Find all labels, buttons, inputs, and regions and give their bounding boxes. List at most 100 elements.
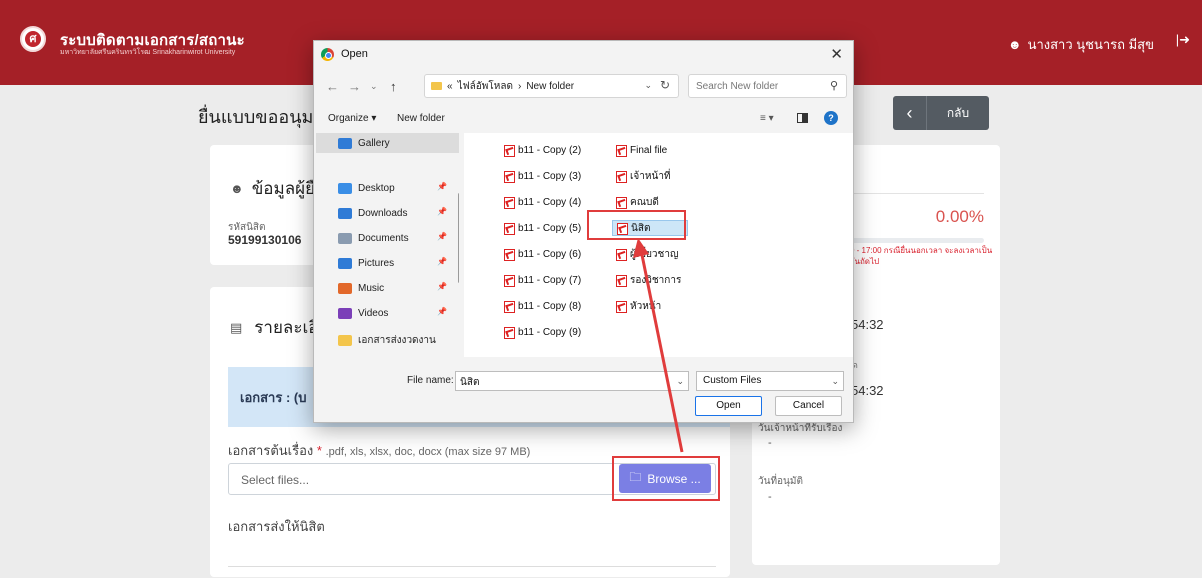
folder-icon bbox=[431, 82, 442, 90]
search-input[interactable]: Search New folder ⚲ bbox=[688, 74, 847, 98]
dialog-titlebar[interactable]: Open ✕ bbox=[314, 41, 853, 69]
filetype-select[interactable]: Custom Files ⌄ bbox=[696, 371, 844, 391]
dialog-sidebar: Gallery Desktop 📌 Downloads 📌 Documents 📌 Pictu… bbox=[316, 133, 459, 355]
sidebar-item-downloads[interactable]: Downloads 📌 bbox=[316, 203, 459, 223]
desktop-icon bbox=[338, 182, 352, 194]
address-overflow: « bbox=[447, 80, 453, 92]
view-options-icon[interactable]: ≡ ▾ bbox=[760, 113, 774, 124]
pdf-file-icon bbox=[615, 248, 627, 261]
sidebar-item-เอกสารส่งงวดงาน[interactable]: เอกสารส่งงวดงาน bbox=[316, 330, 459, 350]
address-crumb-current[interactable]: New folder bbox=[526, 81, 574, 92]
chevron-down-icon[interactable]: ⌄ bbox=[831, 376, 839, 387]
close-icon[interactable]: ✕ bbox=[830, 45, 843, 63]
logout-icon[interactable]: |➜ bbox=[1176, 32, 1190, 48]
file-item[interactable]: เจ้าหน้าที่ bbox=[612, 168, 674, 184]
chevron-left-icon: ‹ bbox=[893, 96, 927, 130]
address-crumb-parent[interactable]: ไฟล์อัพโหลด bbox=[458, 79, 513, 94]
chevron-down-icon[interactable]: ⌄ bbox=[644, 80, 652, 91]
attachment-label-text: เอกสารต้นเรื่อง bbox=[228, 443, 314, 458]
file-item[interactable]: b11 - Copy (9) bbox=[500, 324, 584, 340]
staff-received-label: วันเจ้าหน้าที่รับเรื่อง bbox=[758, 423, 843, 434]
approved-date-value: - bbox=[768, 491, 772, 503]
refresh-icon[interactable]: ↻ bbox=[660, 78, 670, 92]
staff-received-value: - bbox=[768, 437, 772, 449]
file-item[interactable]: b11 - Copy (7) bbox=[500, 272, 584, 288]
sidebar-item-desktop[interactable]: Desktop 📌 bbox=[316, 178, 459, 198]
file-item[interactable]: b11 - Copy (2) bbox=[500, 142, 584, 158]
search-icon: ⚲ bbox=[829, 80, 838, 92]
help-icon[interactable]: ? bbox=[824, 111, 838, 125]
pin-icon: 📌 bbox=[437, 257, 447, 266]
filename-value: นิสิต bbox=[460, 377, 480, 388]
user-icon: ☻ bbox=[1007, 37, 1022, 52]
address-bar[interactable]: « ไฟล์อัพโหลด › New folder ⌄ ↻ bbox=[424, 74, 679, 98]
sidebar-item-pictures[interactable]: Pictures 📌 bbox=[316, 253, 459, 273]
file-list: b11 - Copy (2) b11 - Copy (3) b11 - Copy (… bbox=[464, 133, 853, 357]
sidebar-item-gallery[interactable]: Gallery bbox=[316, 133, 459, 153]
file-item[interactable]: ผู้เชี่ยวชาญ bbox=[612, 246, 681, 262]
organize-menu[interactable]: Organize ▾ bbox=[328, 113, 376, 124]
open-button[interactable]: Open bbox=[695, 396, 762, 416]
progress-percent: 0.00% bbox=[935, 207, 984, 226]
open-file-dialog: Open ✕ ← → ⌄ ↑ « ไฟล์อัพโหลด › New folde… bbox=[313, 40, 854, 423]
received-time: 54:32 bbox=[851, 383, 884, 398]
file-item[interactable]: รองวิชาการ bbox=[612, 272, 684, 288]
new-folder-button[interactable]: New folder bbox=[397, 113, 445, 124]
file-item[interactable]: b11 - Copy (3) bbox=[500, 168, 584, 184]
file-name: หัวหน้า bbox=[630, 300, 662, 312]
file-name: เจ้าหน้าที่ bbox=[630, 170, 671, 182]
forward-arrow-icon[interactable]: → bbox=[348, 79, 361, 94]
pdf-file-icon bbox=[503, 300, 515, 313]
preview-pane-icon[interactable] bbox=[797, 113, 808, 123]
sidebar-item-label: Pictures bbox=[358, 257, 395, 269]
pin-icon: 📌 bbox=[437, 182, 447, 191]
sidebar-item-label: Downloads bbox=[358, 207, 408, 219]
filename-row: File name: นิสิต ⌄ Custom Files ⌄ bbox=[314, 367, 853, 391]
university-logo: ศ bbox=[20, 26, 46, 52]
pdf-file-icon bbox=[615, 274, 627, 287]
chrome-icon bbox=[321, 48, 334, 61]
app-subtitle: มหาวิทยาลัยศรีนครินทรวิโรฒ Srinakharinwi… bbox=[60, 49, 236, 56]
status-note: 0 - 17:00 กรณียื่นนอกเวลา จะลงเวลาเป็นวั… bbox=[850, 246, 993, 266]
recent-dropdown-icon[interactable]: ⌄ bbox=[370, 81, 378, 92]
file-item[interactable]: Final file bbox=[612, 142, 670, 158]
dialog-toolbar: Organize ▾ New folder ≡ ▾ ? bbox=[314, 107, 853, 131]
pin-icon: 📌 bbox=[437, 307, 447, 316]
pdf-file-icon bbox=[615, 196, 627, 209]
pin-icon: 📌 bbox=[437, 207, 447, 216]
pictures-icon bbox=[338, 257, 352, 269]
file-item[interactable]: คณบดี bbox=[612, 194, 662, 210]
attachment-label: เอกสารต้นเรื่อง * .pdf, xls, xlsx, doc, … bbox=[228, 440, 530, 461]
sidebar-item-videos[interactable]: Videos 📌 bbox=[316, 303, 459, 323]
cancel-button[interactable]: Cancel bbox=[775, 396, 842, 416]
pdf-file-icon bbox=[503, 274, 515, 287]
chevron-down-icon[interactable]: ⌄ bbox=[676, 376, 684, 387]
filetype-value: Custom Files bbox=[703, 375, 762, 386]
back-arrow-icon[interactable]: ← bbox=[326, 79, 339, 94]
file-item[interactable]: b11 - Copy (5) bbox=[500, 220, 584, 236]
folder-icon bbox=[338, 334, 352, 346]
divider bbox=[228, 566, 716, 567]
file-item[interactable]: b11 - Copy (8) bbox=[500, 298, 584, 314]
file-name: ผู้เชี่ยวชาญ bbox=[630, 248, 679, 260]
file-name: b11 - Copy (2) bbox=[518, 144, 582, 156]
student-info-title: ☻ ข้อมูลผู้ยื bbox=[230, 175, 315, 202]
sidebar-scrollbar[interactable] bbox=[458, 193, 459, 283]
file-item[interactable]: หัวหน้า bbox=[612, 298, 664, 314]
file-name: b11 - Copy (7) bbox=[518, 274, 582, 286]
filename-input[interactable]: นิสิต ⌄ bbox=[455, 371, 689, 391]
user-menu[interactable]: ☻ นางสาว นุชนารถ มีสุข bbox=[1008, 34, 1154, 55]
file-name: b11 - Copy (8) bbox=[518, 300, 582, 312]
pdf-file-icon bbox=[503, 248, 515, 261]
back-button[interactable]: ‹ กลับ bbox=[893, 96, 989, 130]
sidebar-item-documents[interactable]: Documents 📌 bbox=[316, 228, 459, 248]
file-item[interactable]: b11 - Copy (6) bbox=[500, 246, 584, 262]
file-item[interactable]: b11 - Copy (4) bbox=[500, 194, 584, 210]
up-arrow-icon[interactable]: ↑ bbox=[390, 79, 397, 94]
pin-icon: 📌 bbox=[437, 232, 447, 241]
search-placeholder: Search New folder bbox=[696, 80, 779, 92]
approved-date-label: วันที่อนุมัติ bbox=[758, 476, 803, 487]
required-mark: * bbox=[316, 443, 322, 458]
sidebar-item-music[interactable]: Music 📌 bbox=[316, 278, 459, 298]
file-input-placeholder: Select files... bbox=[241, 473, 310, 487]
